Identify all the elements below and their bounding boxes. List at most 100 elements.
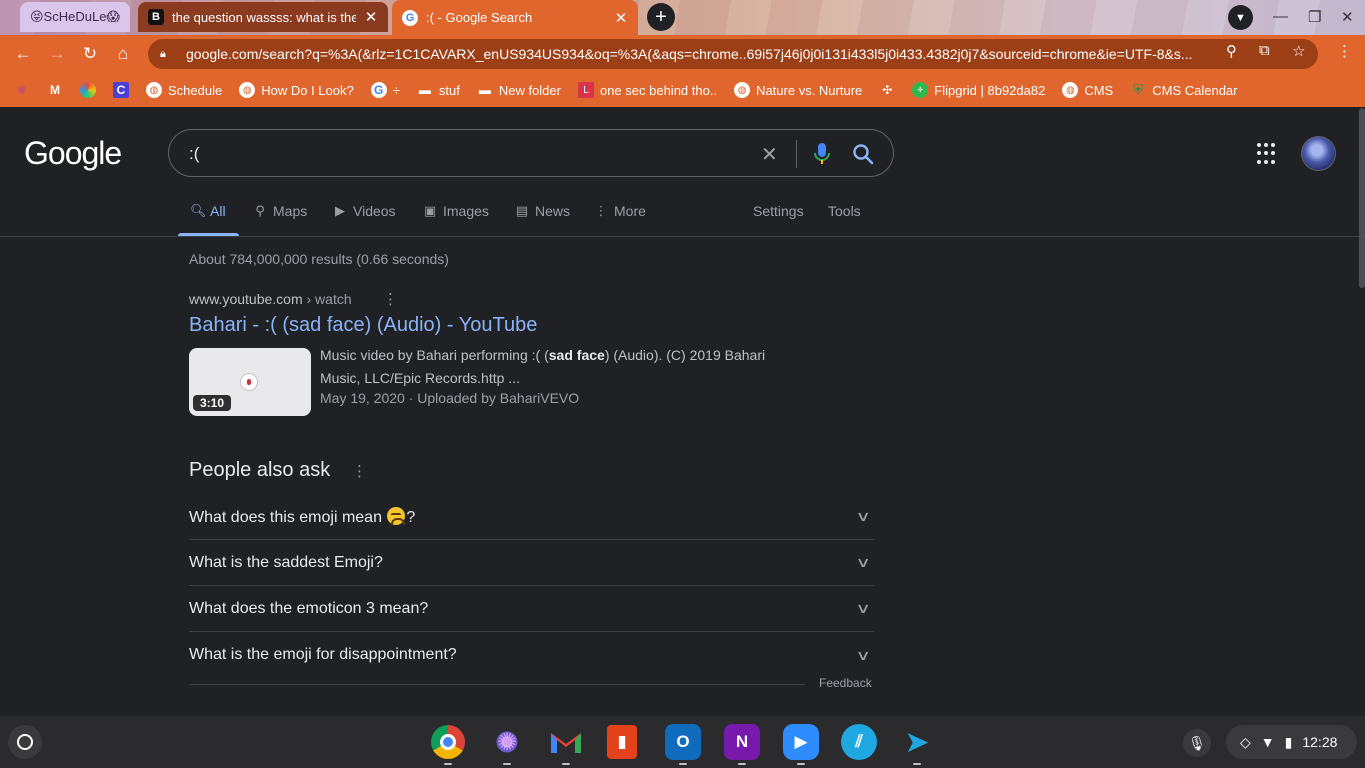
bookmark-nature-nurture[interactable]: ◍ Nature vs. Nurture bbox=[734, 82, 862, 98]
search-box[interactable]: ✕ bbox=[168, 129, 894, 177]
google-icon: G bbox=[370, 82, 387, 98]
search-icon[interactable] bbox=[851, 142, 875, 166]
running-indicator bbox=[562, 763, 570, 765]
location-icon[interactable]: ⚲ bbox=[1226, 42, 1237, 60]
feedback-link[interactable]: Feedback bbox=[819, 676, 872, 690]
gmail-app[interactable] bbox=[548, 724, 584, 760]
voice-search-icon[interactable] bbox=[812, 142, 832, 166]
bookmark-c[interactable]: C bbox=[113, 82, 129, 98]
new-tab-button[interactable]: + bbox=[647, 3, 675, 31]
bookmark-cms-calendar[interactable]: ⛨ CMS Calendar bbox=[1130, 82, 1237, 98]
tab-title: the question wassss: what is the bbox=[172, 9, 356, 25]
status-tray[interactable]: ◇ ▼ ▮ 12:28 bbox=[1226, 725, 1357, 759]
chevron-down-icon[interactable]: ∨ bbox=[855, 508, 870, 525]
bookmark-one-sec[interactable]: Lone sec behind tho.. bbox=[577, 82, 717, 98]
bookmark-extension[interactable]: ✣ bbox=[879, 82, 895, 98]
bookmark-label: stuf bbox=[438, 82, 460, 98]
settings-link[interactable]: Settings bbox=[753, 203, 804, 219]
tab-all[interactable]: 🔍︎ All bbox=[190, 203, 226, 219]
sad-emoji-icon bbox=[387, 506, 406, 525]
lock-icon[interactable]: 🔒︎ bbox=[160, 48, 174, 61]
open-in-app-icon[interactable]: ⧉ bbox=[1259, 42, 1270, 59]
bookmark-gmail[interactable]: M bbox=[47, 82, 63, 98]
minimize-icon[interactable]: — bbox=[1273, 8, 1288, 25]
clear-search-icon[interactable]: ✕ bbox=[761, 142, 778, 167]
video-thumbnail[interactable]: 3:10 bbox=[189, 348, 311, 416]
page-scrollbar[interactable] bbox=[1359, 108, 1365, 288]
tab-more[interactable]: ⋮ More bbox=[594, 203, 646, 219]
clock: 12:28 bbox=[1302, 734, 1338, 750]
bookmark-how-do-i-look[interactable]: ◍ How Do I Look? bbox=[239, 82, 354, 98]
cursor-icon: ➤ bbox=[904, 725, 930, 759]
tab-maps[interactable]: ⚲ Maps bbox=[253, 203, 307, 219]
question-text: What does this emoji mean bbox=[189, 508, 387, 526]
active-tab-underline bbox=[178, 233, 239, 236]
bookmark-divide[interactable]: G ÷ bbox=[370, 82, 400, 98]
google-logo[interactable]: Google bbox=[24, 135, 122, 172]
address-bar[interactable]: 🔒︎ google.com/search?q=%3A(&rlz=1C1CAVAR… bbox=[148, 39, 1318, 69]
battery-icon: ▮ bbox=[1284, 733, 1293, 750]
result-title-link[interactable]: Bahari - :( (sad face) (Audio) - YouTube bbox=[189, 314, 537, 337]
onenote-app[interactable]: N bbox=[724, 724, 760, 760]
screencastify-app[interactable]: ⫽ bbox=[841, 724, 877, 760]
tab-videos[interactable]: ▶ Videos bbox=[333, 203, 396, 219]
bookmark-label: CMS Calendar bbox=[1152, 82, 1238, 98]
bookmark-flower[interactable]: ✺ bbox=[14, 82, 30, 98]
bookmark-folder-stuf[interactable]: ▬ stuf bbox=[417, 82, 460, 98]
c-icon: C bbox=[113, 82, 129, 98]
chrome-app[interactable] bbox=[430, 724, 466, 760]
bookmark-colorwheel[interactable] bbox=[80, 82, 96, 98]
forward-button[interactable]: → bbox=[45, 42, 69, 66]
office-app[interactable]: ▮ bbox=[607, 725, 637, 759]
tab-schedule[interactable]: 😝ScHeDuLe😱 bbox=[20, 2, 130, 32]
reload-button[interactable]: ↻ bbox=[78, 42, 102, 66]
menu-kebab-icon[interactable]: ⋮ bbox=[1337, 42, 1352, 60]
paa-question[interactable]: What does the emoticon 3 mean? ∨ bbox=[189, 586, 874, 632]
launcher-button[interactable] bbox=[8, 725, 42, 759]
chevron-down-icon[interactable]: ∨ bbox=[855, 554, 870, 571]
onenote-icon: N bbox=[735, 732, 749, 751]
zoom-app[interactable]: ▶ bbox=[783, 724, 819, 760]
tab-label: Images bbox=[443, 203, 489, 219]
pointer-app[interactable]: ➤ bbox=[899, 724, 935, 760]
paa-question[interactable]: What is the saddest Emoji? ∨ bbox=[189, 540, 874, 586]
google-apps-icon[interactable] bbox=[1257, 143, 1279, 165]
tab-images[interactable]: ▣ Images bbox=[423, 203, 489, 219]
chevron-down-icon[interactable]: ∨ bbox=[855, 600, 870, 617]
tools-link[interactable]: Tools bbox=[828, 203, 861, 219]
home-button[interactable]: ⌂ bbox=[111, 42, 135, 66]
image-icon: ▣ bbox=[423, 203, 437, 218]
tab-question[interactable]: B the question wassss: what is the ✕ bbox=[138, 2, 388, 32]
bookmark-star-icon[interactable]: ☆ bbox=[1292, 42, 1305, 60]
tab-google-search[interactable]: G :( - Google Search ✕ bbox=[392, 0, 638, 35]
result-url[interactable]: www.youtube.com › watch bbox=[189, 291, 352, 307]
result-options-icon[interactable]: ⋮ bbox=[383, 290, 398, 308]
more-kebab-icon: ⋮ bbox=[594, 203, 608, 218]
paa-question[interactable]: What is the emoji for disappointment? ∨ bbox=[189, 632, 874, 678]
bookmark-schedule[interactable]: ◍ Schedule bbox=[146, 82, 222, 98]
bookmark-flipgrid[interactable]: + Flipgrid | 8b92da82 bbox=[912, 82, 1045, 98]
account-avatar[interactable] bbox=[1301, 136, 1336, 171]
search-input[interactable] bbox=[189, 142, 749, 166]
restore-icon[interactable]: ❐ bbox=[1308, 8, 1321, 26]
close-window-icon[interactable]: ✕ bbox=[1341, 8, 1354, 26]
bookmark-cms[interactable]: ◍ CMS bbox=[1062, 82, 1113, 98]
close-tab-icon[interactable]: ✕ bbox=[614, 9, 628, 27]
address-url[interactable]: google.com/search?q=%3A(&rlz=1C1CAVARX_e… bbox=[186, 46, 1206, 62]
photos-app[interactable]: ✺ bbox=[489, 724, 525, 760]
tab-search-dropdown-icon[interactable]: ▼ bbox=[1228, 5, 1253, 30]
globe-icon: ◍ bbox=[239, 82, 256, 98]
back-button[interactable]: ← bbox=[11, 42, 35, 66]
chevron-down-icon[interactable]: ∨ bbox=[855, 647, 870, 664]
shield-icon: ⛨ bbox=[1133, 82, 1144, 97]
paa-question-text: What is the saddest Emoji? bbox=[189, 553, 383, 571]
dictation-mic-icon[interactable]: 🎙︎ bbox=[1183, 729, 1211, 757]
paa-options-icon[interactable]: ⋮ bbox=[352, 462, 367, 480]
paa-question[interactable]: What does this emoji mean ? ∨ bbox=[189, 494, 874, 540]
tab-news[interactable]: ▤ News bbox=[515, 203, 570, 219]
snippet-text: Music video by Bahari performing :( ( bbox=[320, 347, 549, 363]
close-tab-icon[interactable]: ✕ bbox=[364, 8, 378, 26]
snippet-highlight: sad face bbox=[548, 347, 605, 363]
bookmark-folder-new[interactable]: ▬ New folder bbox=[477, 82, 561, 98]
outlook-app[interactable]: O bbox=[665, 724, 701, 760]
